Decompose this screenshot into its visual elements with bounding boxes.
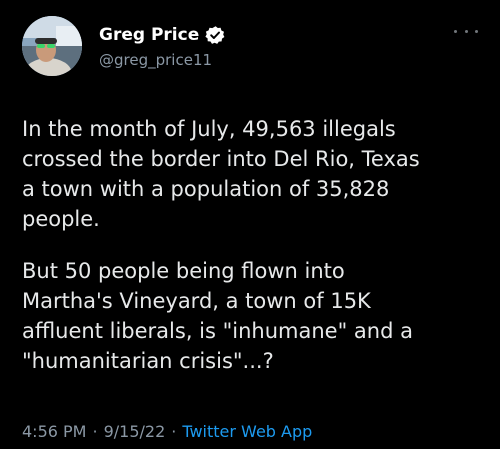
author-name-row: Greg Price bbox=[99, 23, 225, 47]
tweet-source-link[interactable]: Twitter Web App bbox=[182, 422, 312, 441]
tweet-card: Greg Price @greg_price11 In the month of… bbox=[0, 0, 500, 449]
tweet-text-line: But 50 people being flown into bbox=[22, 259, 345, 283]
tweet-text-line: crossed the border into Del Rio, Texas bbox=[22, 147, 420, 171]
tweet-date[interactable]: 9/15/22 bbox=[104, 422, 166, 441]
meta-separator: · bbox=[171, 422, 177, 441]
ellipsis-dot bbox=[464, 29, 468, 33]
tweet-text-line: "humanitarian crisis"...? bbox=[22, 349, 274, 373]
more-options-icon[interactable] bbox=[454, 24, 478, 38]
avatar-photo bbox=[22, 16, 82, 76]
tweet-text-line: Martha's Vineyard, a town of 15K bbox=[22, 289, 371, 313]
tweet-text-line: people. bbox=[22, 207, 100, 231]
ellipsis-dot bbox=[454, 29, 457, 33]
author-display-name[interactable]: Greg Price bbox=[99, 25, 199, 45]
author-handle[interactable]: @greg_price11 bbox=[99, 51, 212, 69]
tweet-text-line: affluent liberals, is "inhumane" and a bbox=[22, 319, 413, 343]
avatar[interactable] bbox=[22, 16, 82, 76]
tweet-text-line: In the month of July, 49,563 illegals bbox=[22, 117, 396, 141]
tweet-metadata: 4:56 PM · 9/15/22 · Twitter Web App bbox=[22, 422, 312, 442]
tweet-text-line: a town with a population of 35,828 bbox=[22, 177, 390, 201]
ellipsis-dot bbox=[475, 29, 478, 33]
verified-badge-icon bbox=[205, 25, 225, 45]
tweet-text-paragraph: But 50 people being flown into Martha's … bbox=[22, 256, 482, 376]
tweet-time[interactable]: 4:56 PM bbox=[22, 422, 86, 441]
meta-separator: · bbox=[92, 422, 98, 441]
tweet-text-paragraph: In the month of July, 49,563 illegals cr… bbox=[22, 114, 482, 234]
